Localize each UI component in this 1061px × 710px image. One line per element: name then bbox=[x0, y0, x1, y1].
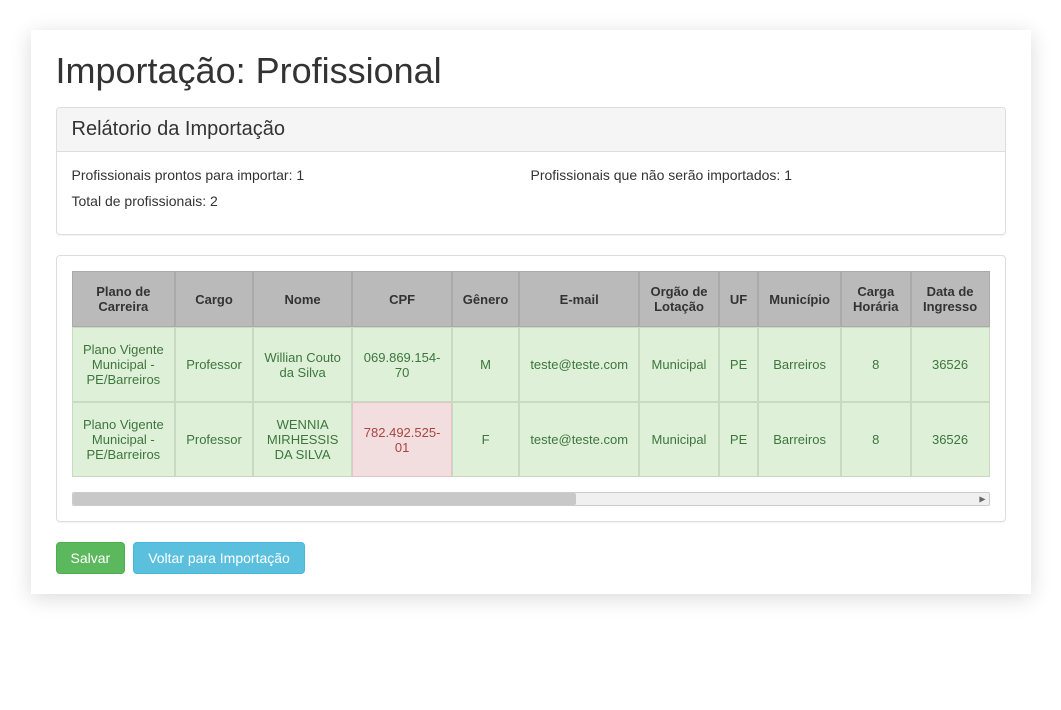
col-nome: Nome bbox=[253, 271, 353, 327]
col-cpf: CPF bbox=[352, 271, 451, 327]
table-row: Plano Vigente Municipal - PE/BarreirosPr… bbox=[72, 402, 990, 477]
col-uf: UF bbox=[719, 271, 758, 327]
col-municipio: Município bbox=[758, 271, 841, 327]
cell-genero: F bbox=[452, 402, 520, 477]
horizontal-scrollbar[interactable]: ◀ ▶ bbox=[72, 492, 990, 506]
cell-uf: PE bbox=[719, 327, 758, 402]
cell-carga: 8 bbox=[841, 327, 911, 402]
cell-plano: Plano Vigente Municipal - PE/Barreiros bbox=[72, 327, 176, 402]
stats-ready: Profissionais prontos para importar: 1 bbox=[72, 167, 531, 183]
report-title: Relátorio da Importação bbox=[72, 118, 990, 141]
cell-nome: WENNIA MIRHESSIS DA SILVA bbox=[253, 402, 353, 477]
cell-cpf: 069.869.154-70 bbox=[352, 327, 451, 402]
cell-cargo: Professor bbox=[175, 327, 253, 402]
cell-municipio: Barreiros bbox=[758, 327, 841, 402]
table-panel: Plano de Carreira Cargo Nome CPF Gênero … bbox=[56, 255, 1006, 522]
col-carga: Carga Horária bbox=[841, 271, 911, 327]
cell-orgao: Municipal bbox=[639, 327, 719, 402]
save-button[interactable]: Salvar bbox=[56, 542, 126, 574]
table-scroll-area[interactable]: Plano de Carreira Cargo Nome CPF Gênero … bbox=[72, 271, 990, 487]
cell-nome: Willian Couto da Silva bbox=[253, 327, 353, 402]
table-row: Plano Vigente Municipal - PE/BarreirosPr… bbox=[72, 327, 990, 402]
cell-data: 36526 bbox=[911, 402, 990, 477]
col-email: E-mail bbox=[519, 271, 639, 327]
cell-genero: M bbox=[452, 327, 520, 402]
stats-not-imported: Profissionais que não serão importados: … bbox=[531, 167, 990, 183]
report-panel: Relátorio da Importação Profissionais pr… bbox=[56, 107, 1006, 235]
cell-cpf: 782.492.525-01 bbox=[352, 402, 451, 477]
main-container: Importação: Profissional Relátorio da Im… bbox=[31, 30, 1031, 594]
table-header-row: Plano de Carreira Cargo Nome CPF Gênero … bbox=[72, 271, 990, 327]
cell-data: 36526 bbox=[911, 327, 990, 402]
report-panel-heading: Relátorio da Importação bbox=[57, 108, 1005, 152]
back-button[interactable]: Voltar para Importação bbox=[133, 542, 305, 574]
button-row: Salvar Voltar para Importação bbox=[56, 542, 1006, 574]
col-plano: Plano de Carreira bbox=[72, 271, 176, 327]
page-title: Importação: Profissional bbox=[56, 50, 1006, 92]
cell-email: teste@teste.com bbox=[519, 327, 639, 402]
cell-orgao: Municipal bbox=[639, 402, 719, 477]
col-data: Data de Ingresso bbox=[911, 271, 990, 327]
stats-total: Total de profissionais: 2 bbox=[72, 193, 990, 209]
scrollbar-thumb[interactable] bbox=[73, 493, 577, 505]
cell-municipio: Barreiros bbox=[758, 402, 841, 477]
stats-row-1: Profissionais prontos para importar: 1 P… bbox=[72, 167, 990, 183]
col-cargo: Cargo bbox=[175, 271, 253, 327]
cell-cargo: Professor bbox=[175, 402, 253, 477]
cell-email: teste@teste.com bbox=[519, 402, 639, 477]
scroll-right-icon[interactable]: ▶ bbox=[979, 495, 985, 504]
col-genero: Gênero bbox=[452, 271, 520, 327]
cell-carga: 8 bbox=[841, 402, 911, 477]
col-orgao: Orgão de Lotação bbox=[639, 271, 719, 327]
stats-row-2: Total de profissionais: 2 bbox=[72, 193, 990, 209]
report-panel-body: Profissionais prontos para importar: 1 P… bbox=[57, 152, 1005, 234]
cell-uf: PE bbox=[719, 402, 758, 477]
import-table: Plano de Carreira Cargo Nome CPF Gênero … bbox=[72, 271, 990, 477]
cell-plano: Plano Vigente Municipal - PE/Barreiros bbox=[72, 402, 176, 477]
